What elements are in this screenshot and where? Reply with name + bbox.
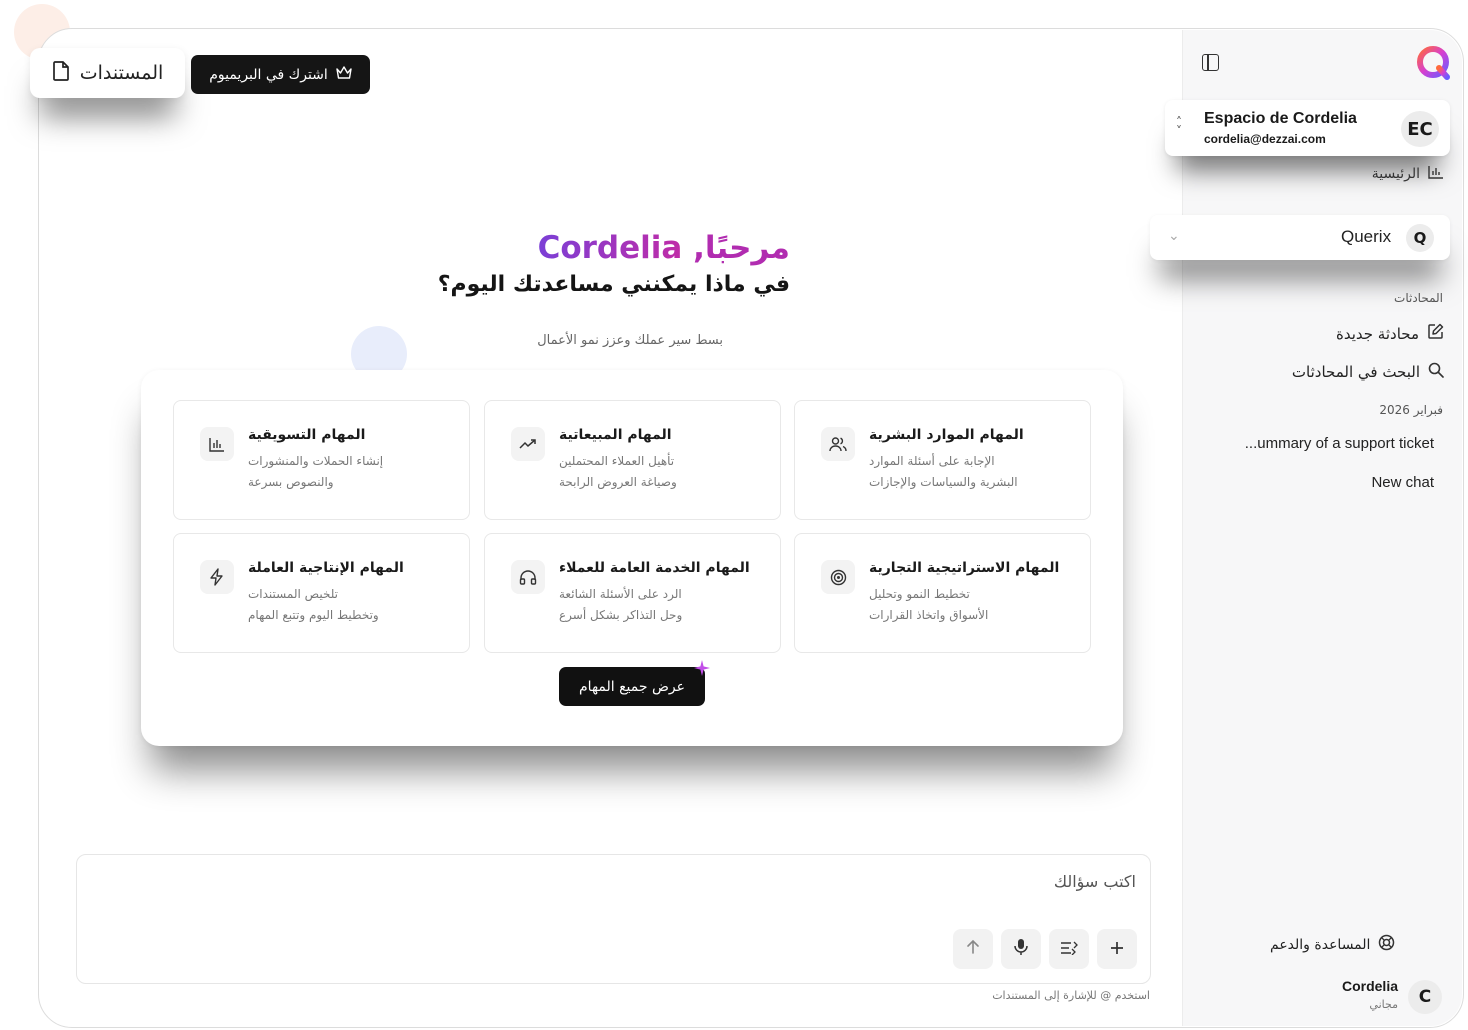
sidebar-toggle-icon[interactable] [1202, 54, 1219, 71]
tools-button[interactable] [1049, 929, 1089, 969]
welcome-heading: مرحبًا, Cordelia [300, 230, 790, 266]
task-card-hr[interactable]: المهام الموارد البشرية الإجابة على أسئلة… [794, 400, 1091, 520]
greeting-text: مرحبًا, [693, 230, 790, 266]
workspace-name: Espacio de Cordelia [1204, 110, 1357, 127]
task-description: تلخيص المستندات وتخطيط اليوم وتتبع المهام [248, 584, 453, 626]
task-title: المهام المبيعاتية [559, 427, 672, 443]
search-chats-label: البحث في المحادثات [1291, 363, 1420, 381]
task-card-strategy[interactable]: المهام الاستراتيجية التجارية تخطيط النمو… [794, 533, 1091, 653]
sparkle-icon [694, 660, 710, 676]
plus-icon [1110, 939, 1124, 960]
voice-button[interactable] [1001, 929, 1041, 969]
trend-up-icon [511, 427, 545, 461]
task-desc-line: الأسواق واتخاذ القرارات [869, 608, 989, 622]
arrow-up-icon [965, 939, 981, 960]
sliders-icon [1060, 939, 1078, 960]
documents-button-label: المستندات [79, 62, 164, 84]
task-description: الإجابة على أسئلة الموارد البشرية والسياس… [869, 451, 1074, 493]
task-description: إنشاء الحملات والمنشورات والنصوص بسرعة [248, 451, 453, 493]
task-desc-line: وتخطيط اليوم وتتبع المهام [248, 608, 379, 622]
chat-input-placeholder: اكتب سؤالك [1053, 872, 1136, 891]
task-desc-line: إنشاء الحملات والمنشورات [248, 454, 384, 468]
chat-history-item[interactable]: ...ummary of a support ticket [1200, 435, 1434, 452]
input-hint: استخدم @ للإشارة إلى المستندات [992, 989, 1150, 1002]
task-title: المهام الموارد البشرية [869, 427, 1024, 443]
task-title: المهام الخدمة العامة للعملاء [559, 560, 750, 576]
document-icon [52, 60, 70, 86]
task-card-marketing[interactable]: المهام التسويقية إنشاء الحملات والمنشورا… [173, 400, 470, 520]
crown-icon [336, 65, 352, 84]
bar-chart-icon [1428, 165, 1444, 183]
chevron-up-down-icon: ˄ ˅ [1176, 115, 1182, 138]
task-title: المهام الاستراتيجية التجارية [869, 560, 1060, 576]
task-desc-line: الرد على الأسئلة الشائعة [559, 587, 682, 601]
help-support-label: المساعدة والدعم [1270, 936, 1371, 953]
task-desc-line: تخطيط النمو وتحليل [869, 587, 970, 601]
task-desc-line: وصياغة العروض الرابحة [559, 475, 677, 489]
agent-selector[interactable] [1150, 215, 1450, 260]
chat-date-group: فبراير 2026 [1379, 403, 1443, 417]
task-desc-line: وحل التذاكر بشكل أسرع [559, 608, 683, 622]
sidebar-item-home-label: الرئيسية [1371, 166, 1420, 182]
user-name: Cordelia [1341, 978, 1398, 994]
search-chats-button[interactable]: البحث في المحادثات [1260, 362, 1444, 382]
task-desc-line: البشرية والسياسات والإجازات [869, 475, 1018, 489]
task-description: تأهيل العملاء المحتملين وصياغة العروض الر… [559, 451, 764, 493]
task-desc-line: تلخيص المستندات [248, 587, 338, 601]
user-plan: مجاني [1369, 998, 1398, 1011]
sidebar-item-home[interactable]: الرئيسية [1260, 163, 1444, 185]
target-icon [821, 560, 855, 594]
task-card-customer-service[interactable]: المهام الخدمة العامة للعملاء الرد على ال… [484, 533, 781, 653]
search-icon [1428, 362, 1444, 382]
send-button[interactable] [953, 929, 993, 969]
task-card-productivity[interactable]: المهام الإنتاجية العاملة تلخيص المستندات… [173, 533, 470, 653]
workspace-avatar: EC [1401, 111, 1439, 147]
chat-history-item[interactable]: New chat [1200, 474, 1434, 491]
user-avatar[interactable]: C [1408, 980, 1442, 1014]
edit-icon [1427, 323, 1444, 344]
new-chat-button[interactable]: محادثة جديدة [1260, 323, 1444, 344]
bar-chart-icon [200, 427, 234, 461]
chats-section-title: المحادثات [1394, 291, 1443, 305]
new-chat-label: محادثة جديدة [1335, 324, 1419, 343]
help-support-button[interactable]: المساعدة والدعم [1270, 934, 1444, 955]
headphones-icon [511, 560, 545, 594]
welcome-question: في ماذا يمكنني مساعدتك اليوم؟ [437, 272, 790, 297]
app-logo-icon [1414, 44, 1452, 82]
attach-button[interactable] [1097, 929, 1137, 969]
task-card-sales[interactable]: المهام المبيعاتية تأهيل العملاء المحتملي… [484, 400, 781, 520]
lifebuoy-icon [1378, 934, 1395, 955]
task-desc-line: الإجابة على أسئلة الموارد [869, 454, 995, 468]
view-all-tasks-label: عرض جميع المهام [579, 678, 685, 695]
task-title: المهام التسويقية [248, 427, 366, 443]
users-icon [821, 427, 855, 461]
task-desc-line: والنصوص بسرعة [248, 475, 334, 489]
task-desc-line: تأهيل العملاء المحتملين [559, 454, 675, 468]
documents-button[interactable]: المستندات [30, 48, 185, 98]
premium-button-label: اشترك في البريميوم [209, 66, 328, 83]
premium-button[interactable]: اشترك في البريميوم [191, 55, 370, 94]
agent-name: Querix [1341, 227, 1392, 246]
bolt-icon [200, 560, 234, 594]
welcome-subtitle: بسط سير عملك وعزز نمو الأعمال [537, 333, 723, 348]
task-description: تخطيط النمو وتحليل الأسواق واتخاذ القرارا… [869, 584, 1074, 626]
greeting-user-name: Cordelia [537, 230, 683, 266]
workspace-email: cordelia@dezzai.com [1204, 132, 1326, 146]
microphone-icon [1014, 938, 1028, 961]
task-description: الرد على الأسئلة الشائعة وحل التذاكر بشكل… [559, 584, 764, 626]
view-all-tasks-button[interactable]: عرض جميع المهام [559, 667, 705, 706]
agent-avatar: Q [1406, 224, 1434, 252]
welcome-block: مرحبًا, Cordelia في ماذا يمكنني مساعدتك … [300, 230, 790, 297]
chevron-down-icon: ⌄ [1168, 228, 1180, 244]
task-title: المهام الإنتاجية العاملة [248, 560, 404, 576]
